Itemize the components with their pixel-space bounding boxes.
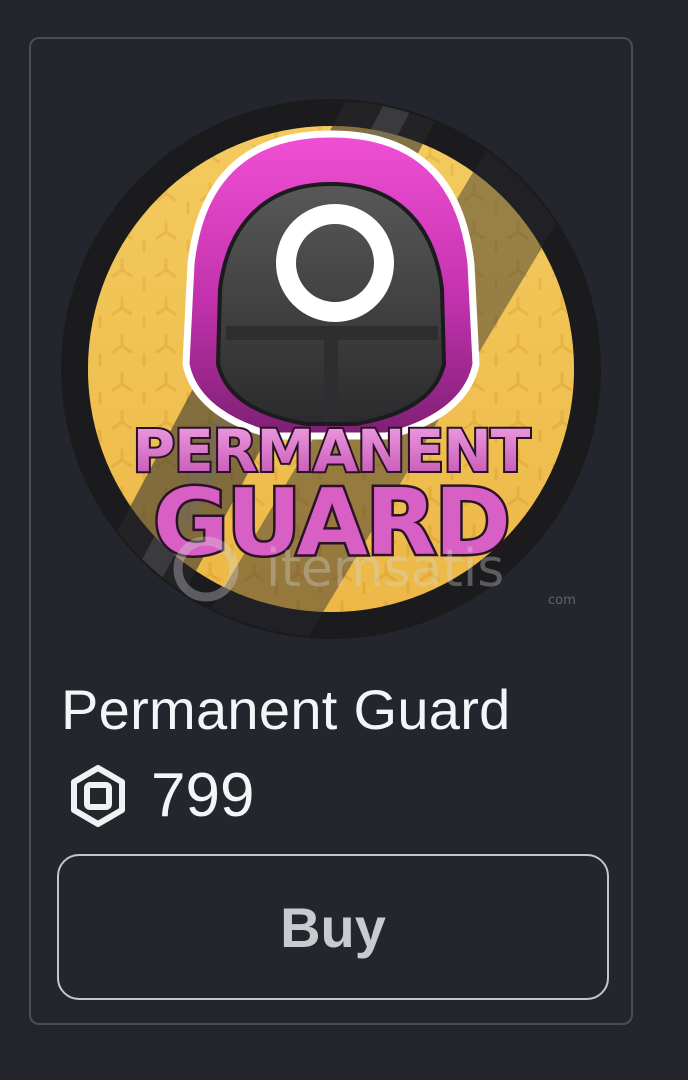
item-thumbnail[interactable]: PERMANENT GUARD itemsatis com: [56, 64, 606, 654]
price-row: 799: [67, 761, 254, 831]
buy-button[interactable]: Buy: [57, 854, 609, 1000]
price-value: 799: [151, 761, 255, 830]
robux-icon: [71, 765, 125, 827]
item-thumbnail-image: PERMANENT GUARD itemsatis com: [61, 99, 601, 639]
item-card: PERMANENT GUARD itemsatis com Permanent …: [29, 37, 633, 1025]
item-name[interactable]: Permanent Guard: [61, 677, 511, 742]
watermark-subtext: com: [548, 593, 576, 608]
watermark-text: itemsatis: [266, 539, 504, 599]
